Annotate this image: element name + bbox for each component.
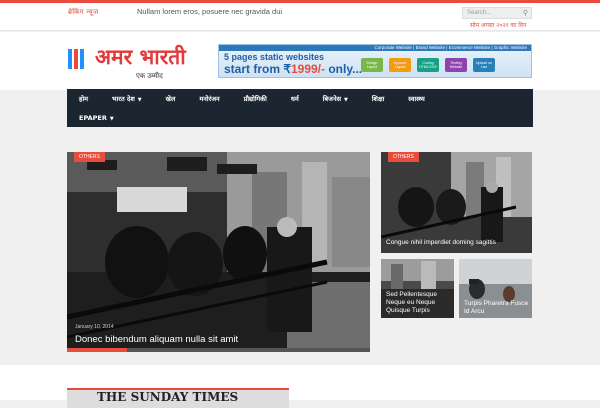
banner-step: Upload on Live: [473, 58, 495, 72]
current-date: सोम अगस्त २०२१ का दिन: [470, 23, 527, 29]
featured-side-bottom-right-title[interactable]: Turpis Pharetra Fusce Id Arcu: [464, 300, 530, 316]
featured-main-card[interactable]: OTHERS January 10, 2014 Donec bibendum a…: [67, 152, 370, 352]
featured-side-bottom-left-card[interactable]: Sed Pellentesque Neque eu Neque Quisque …: [381, 259, 454, 318]
post-date: January 10, 2014: [75, 324, 114, 330]
site-header: अमर भारती एक उम्मीद Corporate Website | …: [0, 32, 600, 90]
nav-item-entertainment[interactable]: मनोरंजन: [187, 94, 231, 103]
category-badge[interactable]: OTHERS: [74, 152, 105, 162]
top-bar: ब्रेकिंग न्यूज Nullam lorem eros, posuer…: [0, 3, 600, 31]
banner-header: Corporate Website | Brand Website | Ecom…: [219, 45, 531, 51]
nav-item-business[interactable]: बिजनेस ▼: [311, 94, 360, 103]
logo-mark-icon: [68, 49, 86, 74]
chevron-down-icon: ▼: [137, 97, 142, 103]
nav-item-health[interactable]: स्वास्थ्य: [396, 94, 437, 103]
banner-step: Approve Layout: [389, 58, 411, 72]
site-logo[interactable]: अमर भारती एक उम्मीद: [68, 44, 186, 86]
banner-step: Coding HTML/CSS: [417, 58, 439, 72]
nav-item-technology[interactable]: प्रौद्योगिकी: [232, 94, 279, 103]
chevron-down-icon: ▼: [109, 115, 114, 122]
logo-tagline: एक उम्मीद: [136, 73, 163, 80]
search-placeholder: Search...: [467, 10, 492, 16]
featured-side-bottom-right-card[interactable]: Turpis Pharetra Fusce Id Arcu: [459, 259, 532, 318]
featured-side-bottom-left-title[interactable]: Sed Pellentesque Neque eu Neque Quisque …: [386, 291, 452, 315]
featured-main-title[interactable]: Donec bibendum aliquam nulla sit amit: [75, 334, 238, 345]
banner-line2: start from ₹1999/- only...: [224, 62, 363, 76]
search-input[interactable]: Search... ⚲: [462, 7, 532, 19]
nav-item-education[interactable]: शिक्षा: [360, 94, 396, 103]
banner-step: Testing Website: [445, 58, 467, 72]
nav-row-2: EPAPER ▼: [67, 108, 126, 127]
logo-text: अमर भारती: [95, 45, 186, 69]
nav-item-india[interactable]: भारत देश ▼: [100, 94, 154, 103]
nav-item-epaper[interactable]: EPAPER ▼: [67, 114, 126, 122]
banner-steps: Design Layout Approve Layout Coding HTML…: [361, 58, 495, 72]
newspaper-masthead: THE SUNDAY TIMES: [97, 390, 239, 404]
banner-line1: 5 pages static websites: [224, 52, 325, 62]
nav-item-home[interactable]: होम: [67, 94, 100, 103]
news-ticker[interactable]: Nullam lorem eros, posuere nec gravida d…: [137, 7, 282, 16]
search-icon[interactable]: ⚲: [523, 9, 528, 17]
main-navigation: होम भारत देश ▼ खेल मनोरंजन प्रौद्योगिकी ध…: [67, 89, 533, 127]
category-badge[interactable]: OTHERS: [388, 152, 419, 162]
ad-banner[interactable]: Corporate Website | Brand Website | Ecom…: [218, 44, 532, 78]
nav-item-sports[interactable]: खेल: [154, 94, 188, 103]
featured-side-top-card[interactable]: OTHERS Congue nihil imperdiet doming sag…: [381, 152, 532, 253]
nav-item-religion[interactable]: धर्म: [279, 94, 311, 103]
newspaper-thumbnail[interactable]: THE SUNDAY TIMES: [67, 388, 289, 408]
nav-row-1: होम भारत देश ▼ खेल मनोरंजन प्रौद्योगिकी ध…: [67, 89, 437, 108]
banner-price: 1999/-: [290, 62, 326, 76]
featured-side-top-image: [381, 152, 532, 253]
banner-step: Design Layout: [361, 58, 383, 72]
featured-main-image: [67, 152, 370, 352]
featured-side-top-title[interactable]: Congue nihil imperdiet doming sagittis: [386, 239, 496, 247]
chevron-down-icon: ▼: [343, 97, 348, 103]
breaking-news-label: ब्रेकिंग न्यूज: [68, 9, 99, 16]
